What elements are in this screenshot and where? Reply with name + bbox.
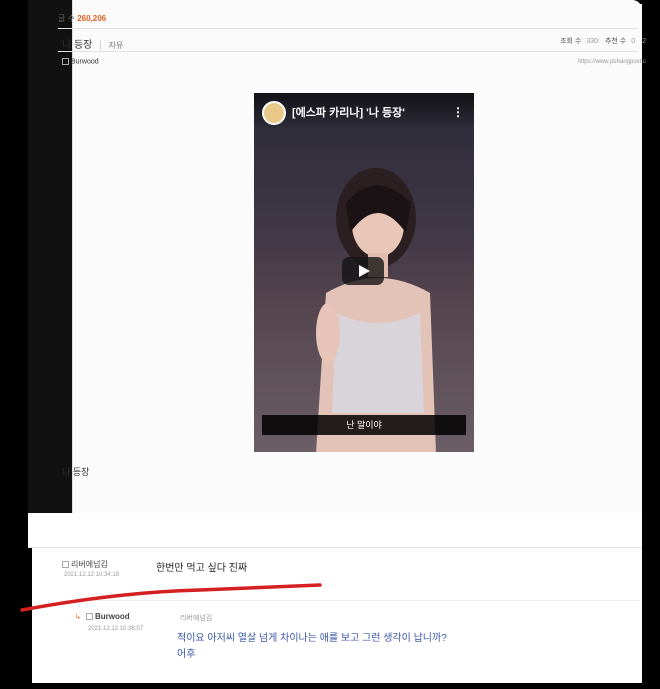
red-annotation-stroke [20,583,322,612]
screenshot-root: 글 수 260,206 나 등장 | 자유 조회 수 330 추천 수0 2 Bu… [0,0,660,689]
red-underline-mark [20,583,322,612]
